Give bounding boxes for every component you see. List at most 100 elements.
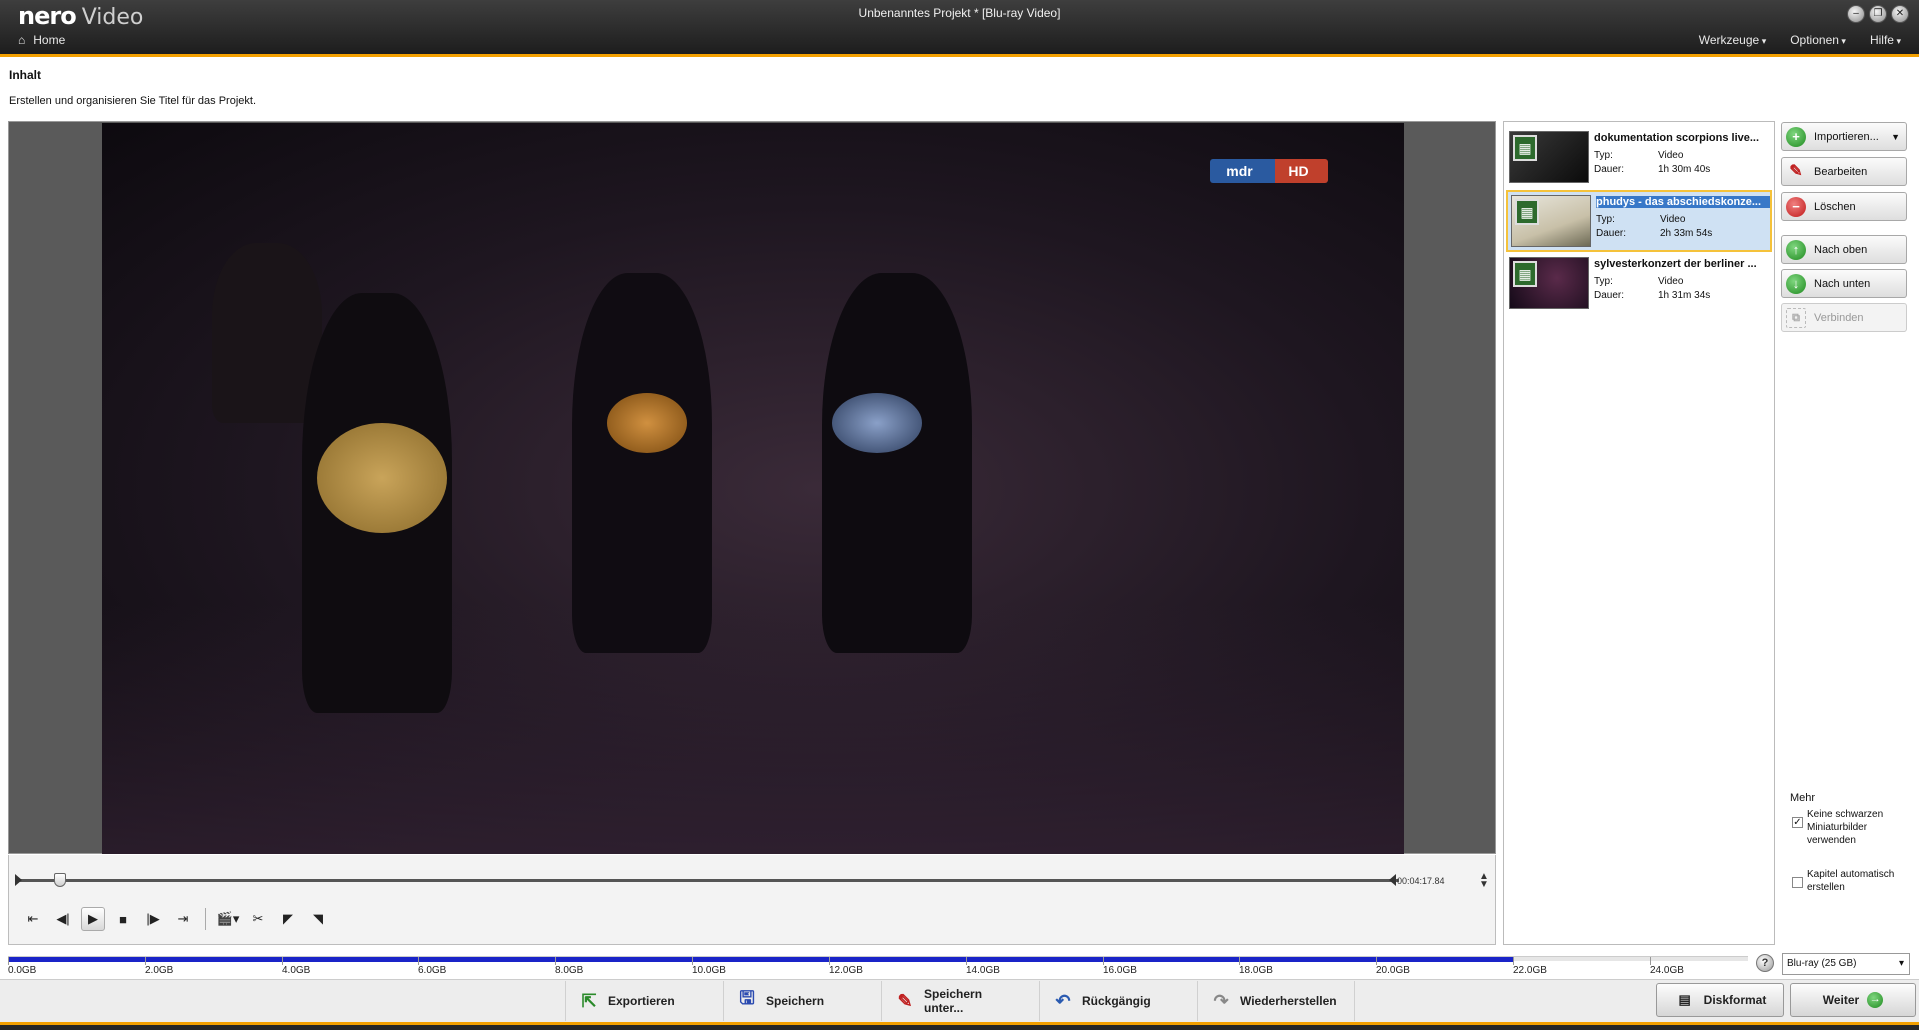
bottom-accent-strip [0,1022,1919,1030]
move-up-button[interactable]: ↑ Nach oben [1781,235,1907,264]
acoustic-guitar [317,423,447,533]
delete-icon: − [1786,196,1806,217]
go-to-start-icon[interactable]: ⇤ [21,907,45,931]
capacity-tick-label: 20.0GB [1376,965,1410,976]
delete-button[interactable]: − Löschen [1781,192,1907,221]
video-frame[interactable]: mdr HD [102,123,1404,854]
redo-button[interactable]: ↷ Wiederherstellen [1197,981,1355,1021]
toolbar-separator [205,908,206,930]
move-down-button[interactable]: ↓ Nach unten [1781,269,1907,298]
join-icon: ⧉ [1786,307,1806,328]
accent-divider [0,54,1919,57]
title-duration: Dauer: 1h 30m 40s [1594,164,1711,175]
home-label: Home [33,33,66,47]
capacity-tick-label: 10.0GB [692,965,726,976]
save-as-button[interactable]: ✎ Speichern unter... [881,981,1039,1021]
delete-label: Löschen [1814,200,1856,213]
menu-hilfe[interactable]: Hilfe [1870,33,1901,47]
next-button[interactable]: Weiter → [1790,983,1916,1017]
stop-icon[interactable]: ■ [111,907,135,931]
capacity-tick-label: 16.0GB [1103,965,1137,976]
disc-format-label: Diskformat [1703,993,1767,1007]
arrow-up-icon: ↑ [1786,239,1806,260]
capacity-tick-label: 4.0GB [282,965,311,976]
capacity-tick [1513,957,1514,965]
more-section-title: Mehr [1790,792,1816,804]
home-link[interactable]: ⌂ Home [18,33,65,47]
title-name: dokumentation scorpions live... [1594,132,1760,144]
no-black-thumbs-label: Keine schwarzen Miniaturbilder verwenden [1807,809,1884,846]
close-button[interactable]: ✕ [1891,5,1909,23]
save-button[interactable]: 🖫 Speichern [723,981,881,1021]
set-end-marker-icon[interactable]: ◥ [306,907,330,931]
transport-toolbar: ⇤ ◀| ▶ ■ |▶ ⇥ 🎬▾ ✂ ◤ ◥ [21,907,330,931]
trim-start-marker[interactable] [15,874,22,886]
capacity-tick [829,957,830,965]
chapter-clapper-icon[interactable]: 🎬▾ [216,907,240,931]
scissors-icon[interactable]: ✂ [246,907,270,931]
import-button[interactable]: + Importieren... ▼ [1781,122,1907,151]
film-icon: ▦ [1513,261,1537,287]
capacity-tick-label: 18.0GB [1239,965,1273,976]
disc-format-button[interactable]: ▤ Diskformat [1656,983,1784,1017]
title-item[interactable]: ▦ dokumentation scorpions live... Typ: Vi… [1506,128,1772,190]
menu-werkzeuge[interactable]: Werkzeuge [1699,33,1767,47]
title-item-selected[interactable]: ▦ phudys - das abschiedskonze... Typ: Vid… [1506,190,1772,252]
capacity-used-fill [8,957,1513,962]
playback-controls: 00:04:17.84 ▲ ▼ ⇤ ◀| ▶ ■ |▶ ⇥ 🎬▾ ✂ ◤ ◥ [8,855,1496,945]
channel-logo-text: mdr [1226,163,1253,179]
join-button[interactable]: ⧉ Verbinden [1781,303,1907,332]
capacity-tick [145,957,146,965]
join-label: Verbinden [1814,311,1864,324]
title-duration: Dauer: 1h 31m 34s [1594,290,1711,301]
move-down-label: Nach unten [1814,277,1871,290]
title-name: sylvesterkonzert der berliner ... [1594,258,1757,270]
capacity-tick-label: 8.0GB [555,965,584,976]
restore-button[interactable]: ❐ [1869,5,1887,23]
go-to-end-icon[interactable]: ⇥ [171,907,195,931]
title-item[interactable]: ▦ sylvesterkonzert der berliner ... Typ:… [1506,254,1772,316]
next-label: Weiter [1822,993,1860,1007]
guitarist-figure [572,273,712,653]
no-black-thumbs-option[interactable]: ✓ Keine schwarzen Miniaturbilder verwend… [1792,808,1902,847]
auto-chapters-option[interactable]: Kapitel automatisch erstellen [1792,868,1902,894]
set-start-marker-icon[interactable]: ◤ [276,907,300,931]
timeline-track[interactable] [19,879,1399,882]
timeline-thumb[interactable] [54,873,66,887]
window-title: Unbenanntes Projekt * [Blu-ray Video] [858,6,1061,20]
bass-guitar [832,393,922,453]
save-as-label: Speichern unter... [924,987,983,1015]
page-subtitle: Erstellen und organisieren Sie Titel für… [9,95,257,107]
disc-capacity-bar: 0.0GB 2.0GB 4.0GB 6.0GB 8.0GB 10.0GB 12.0GB 14.… [8,952,1748,978]
undo-button[interactable]: ↶ Rückgängig [1039,981,1197,1021]
undo-icon: ↶ [1055,990,1071,1011]
capacity-tick-label: 24.0GB [1650,965,1684,976]
capacity-tick-label: 12.0GB [829,965,863,976]
disc-type-select[interactable]: Blu-ray (25 GB) [1782,953,1910,975]
menu-optionen[interactable]: Optionen [1790,33,1846,47]
edit-button[interactable]: ✎ Bearbeiten [1781,157,1907,186]
help-icon[interactable]: ? [1756,954,1774,972]
title-thumbnail: ▦ [1509,131,1589,183]
capacity-track [8,956,1748,962]
play-icon[interactable]: ▶ [81,907,105,931]
export-button[interactable]: ⇱ Exportieren [565,981,723,1021]
chevron-down-icon: ▼ [1891,131,1900,142]
capacity-tick [1650,957,1651,965]
auto-chapters-checkbox[interactable] [1792,877,1803,888]
menu-bar: Werkzeuge Optionen Hilfe [1699,33,1901,47]
add-icon: + [1786,126,1806,147]
capacity-tick [282,957,283,965]
previous-frame-icon[interactable]: ◀| [51,907,75,931]
minimize-button[interactable]: – [1847,5,1865,23]
trim-end-marker[interactable] [1389,874,1396,886]
channel-logo: mdr HD [1210,159,1328,183]
capacity-tick [8,957,9,965]
timecode-spinner[interactable]: ▲ ▼ [1479,872,1489,890]
film-icon: ▦ [1513,135,1537,161]
title-type: Typ: Video [1596,214,1686,225]
disc-icon: ▤ [1678,992,1691,1007]
next-frame-icon[interactable]: |▶ [141,907,165,931]
save-label: Speichern [766,994,825,1008]
no-black-thumbs-checkbox[interactable]: ✓ [1792,817,1803,828]
